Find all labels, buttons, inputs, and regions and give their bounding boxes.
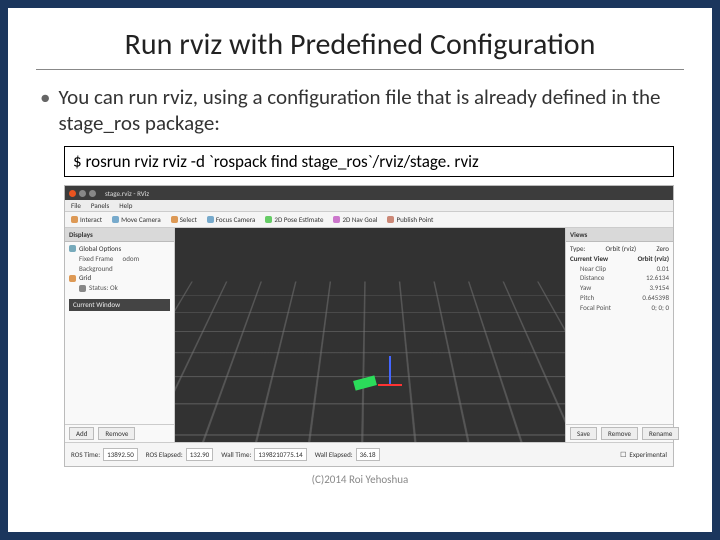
displays-panel: Displays Global Options Fixed Frame odom… xyxy=(65,228,175,442)
tool-select[interactable]: Select xyxy=(171,215,197,224)
distance-label: Distance xyxy=(580,273,604,283)
select-icon xyxy=(171,216,178,223)
views-tree[interactable]: Type:Orbit (rviz)Zero Current ViewOrbit … xyxy=(566,242,673,424)
tool-focus[interactable]: Focus Camera xyxy=(207,215,256,224)
window-title: stage.rviz - RViz xyxy=(105,189,149,198)
focus-icon xyxy=(207,216,214,223)
slide-title: Run rviz with Predefined Configuration xyxy=(36,26,684,70)
yaw-label: Yaw xyxy=(580,283,591,293)
grid-icon xyxy=(69,275,76,282)
viewport-3d[interactable] xyxy=(175,228,565,442)
command-box: $ rosrun rviz rviz -d `rospack find stag… xyxy=(64,146,674,177)
displays-tree[interactable]: Global Options Fixed Frame odom Backgrou… xyxy=(65,242,174,424)
current-window[interactable]: Current Window xyxy=(69,299,170,311)
distance-value[interactable]: 12.6134 xyxy=(646,273,669,283)
remove-button[interactable]: Remove xyxy=(98,427,135,440)
focal-value[interactable]: 0; 0; 0 xyxy=(651,303,669,313)
close-icon[interactable] xyxy=(69,190,76,197)
ros-time-label: ROS Time: xyxy=(71,450,100,459)
grid-floor xyxy=(175,281,565,442)
views-header: Views xyxy=(566,228,673,242)
maximize-icon[interactable] xyxy=(89,190,96,197)
ros-time-value: 13892.50 xyxy=(103,448,138,461)
focal-label: Focal Point xyxy=(580,303,611,313)
fixed-frame-label: Fixed Frame xyxy=(79,254,113,264)
background-label: Background xyxy=(79,264,113,274)
ros-elapsed-label: ROS Elapsed: xyxy=(146,450,183,459)
tool-publish-point[interactable]: Publish Point xyxy=(387,215,433,224)
status-ok: Status: Ok xyxy=(89,283,118,293)
menu-panels[interactable]: Panels xyxy=(91,201,109,210)
tool-move-camera[interactable]: Move Camera xyxy=(112,215,161,224)
bullet-text: You can run rviz, using a configuration … xyxy=(58,84,684,136)
near-clip-label: Near Clip xyxy=(580,264,606,274)
check-icon xyxy=(79,285,86,292)
window-titlebar: stage.rviz - RViz xyxy=(65,186,673,200)
save-button[interactable]: Save xyxy=(570,427,597,440)
axis-x-icon xyxy=(378,384,402,386)
pose-icon xyxy=(265,216,272,223)
bullet-dot: • xyxy=(40,84,50,136)
remove-view-button[interactable]: Remove xyxy=(601,427,638,440)
type-label: Type: xyxy=(570,244,585,254)
menu-bar: File Panels Help xyxy=(65,200,673,212)
experimental-label: Experimental xyxy=(629,450,667,459)
axis-z-icon xyxy=(389,356,391,384)
globe-icon xyxy=(69,245,76,252)
grid-display[interactable]: Grid xyxy=(79,273,91,283)
tool-nav-goal[interactable]: 2D Nav Goal xyxy=(333,215,377,224)
axis-gizmo xyxy=(378,356,402,386)
pitch-value[interactable]: 0.645398 xyxy=(642,293,669,303)
yaw-value[interactable]: 3.9154 xyxy=(649,283,669,293)
menu-help[interactable]: Help xyxy=(119,201,132,210)
near-clip-value[interactable]: 0.01 xyxy=(657,264,669,274)
views-panel: Views Type:Orbit (rviz)Zero Current View… xyxy=(565,228,673,442)
minimize-icon[interactable] xyxy=(79,190,86,197)
rename-button[interactable]: Rename xyxy=(642,427,679,440)
bullet-item: • You can run rviz, using a configuratio… xyxy=(40,84,684,136)
status-bar: ROS Time:13892.50 ROS Elapsed:132.90 Wal… xyxy=(65,442,673,466)
wall-elapsed-value: 36.18 xyxy=(356,448,380,461)
experimental-checkbox[interactable]: ☐ xyxy=(620,450,626,459)
rviz-screenshot: stage.rviz - RViz File Panels Help Inter… xyxy=(64,185,674,467)
ros-elapsed-value: 132.90 xyxy=(186,448,214,461)
tool-bar: Interact Move Camera Select Focus Camera… xyxy=(65,212,673,228)
tool-interact[interactable]: Interact xyxy=(71,215,102,224)
displays-header: Displays xyxy=(65,228,174,242)
fixed-frame-value[interactable]: odom xyxy=(123,254,140,264)
current-view-value: Orbit (rviz) xyxy=(638,254,669,264)
move-camera-icon xyxy=(112,216,119,223)
publish-icon xyxy=(387,216,394,223)
add-button[interactable]: Add xyxy=(69,427,94,440)
global-options[interactable]: Global Options xyxy=(79,244,121,254)
slide-footer: (C)2014 Roi Yehoshua xyxy=(36,473,684,486)
wall-time-value: 1398210775.14 xyxy=(254,448,306,461)
type-value[interactable]: Orbit (rviz) xyxy=(606,244,637,254)
current-view-label: Current View xyxy=(570,254,608,264)
tool-pose-estimate[interactable]: 2D Pose Estimate xyxy=(265,215,323,224)
nav-goal-icon xyxy=(333,216,340,223)
interact-icon xyxy=(71,216,78,223)
wall-elapsed-label: Wall Elapsed: xyxy=(315,450,353,459)
menu-file[interactable]: File xyxy=(71,201,81,210)
zero-button[interactable]: Zero xyxy=(656,244,669,254)
wall-time-label: Wall Time: xyxy=(221,450,251,459)
pitch-label: Pitch xyxy=(580,293,594,303)
